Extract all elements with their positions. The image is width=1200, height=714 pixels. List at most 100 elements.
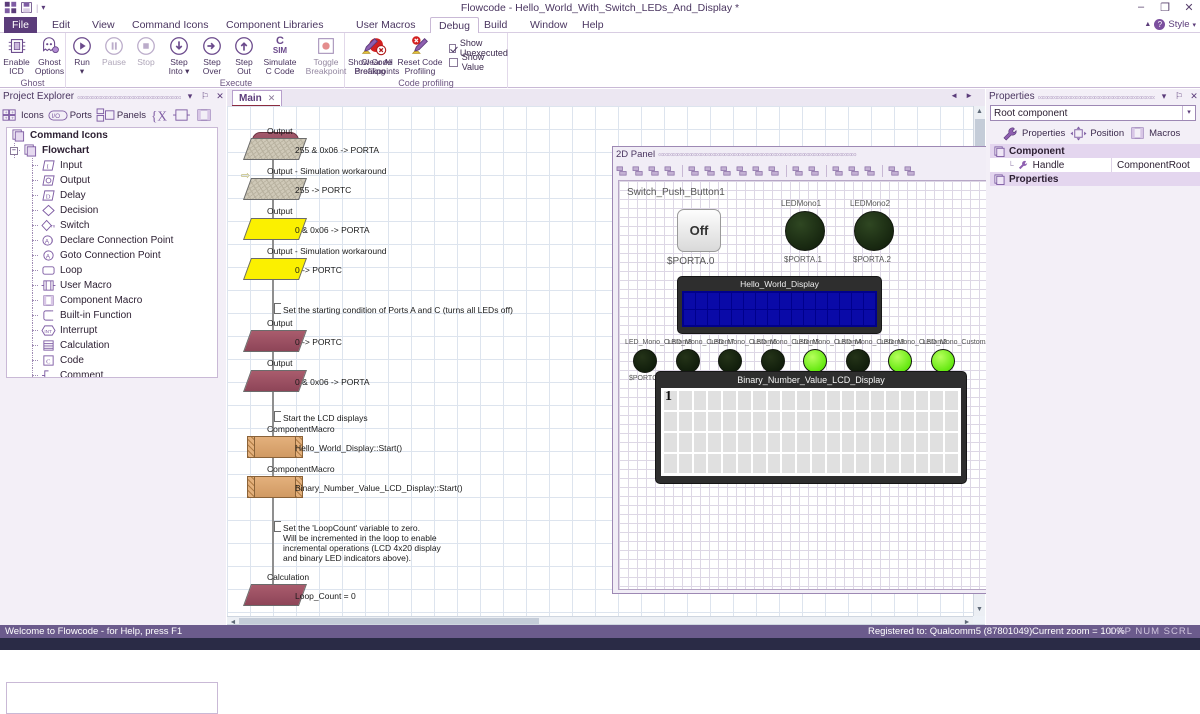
tab-prev-icon[interactable]: ◄ xyxy=(950,91,958,100)
panel-tool-align-middle-icon[interactable] xyxy=(703,164,718,178)
tab-next-icon[interactable]: ► xyxy=(965,91,973,100)
panel-tool-distribute-h-icon[interactable] xyxy=(735,164,750,178)
panel-2d-window[interactable]: 2D Panel ∞∞∞∞∞∞∞∞∞∞∞∞∞∞∞∞∞∞∞∞∞∞∞∞∞∞∞∞∞∞∞… xyxy=(612,146,999,594)
tree-item-goto-connection-point[interactable]: AGoto Connection Point xyxy=(7,248,217,263)
led-bar-portc-0[interactable] xyxy=(931,349,955,373)
toolbar-component-macros-button[interactable] xyxy=(195,108,214,123)
auto-hide-pin-icon[interactable]: ⚐ xyxy=(199,91,211,102)
panel-2d-canvas[interactable]: Switch_Push_Button1 Off $PORTA.0 LEDMono… xyxy=(618,180,995,590)
menu-item-component-libraries[interactable]: Component Libraries xyxy=(218,17,331,33)
tab-main[interactable]: Main ✕ xyxy=(232,90,282,106)
tree-item-component-macro[interactable]: Component Macro xyxy=(7,293,217,308)
toolbar-ports-button[interactable]: I/O Ports xyxy=(48,109,92,122)
properties-group-header[interactable]: Component xyxy=(990,144,1200,158)
tab-navigation[interactable]: ◄ ► xyxy=(950,91,973,100)
help-icon[interactable]: ? xyxy=(1154,19,1165,30)
menu-item-edit[interactable]: Edit xyxy=(44,17,78,33)
panel-tool-distribute-v-icon[interactable] xyxy=(751,164,766,178)
ribbon-button-show-code-profiling[interactable]: Show Code Profiling xyxy=(345,35,395,76)
collapse-ribbon-icon[interactable]: ▲ xyxy=(1144,21,1151,28)
properties-grid[interactable]: Component└HandleComponentRootProperties xyxy=(990,144,1200,186)
menu-item-build[interactable]: Build xyxy=(476,17,515,33)
panel-tool-align-top-icon[interactable] xyxy=(687,164,702,178)
tree-item-input[interactable]: IInput xyxy=(7,158,217,173)
panel-tool-align-left-icon[interactable] xyxy=(615,164,630,178)
tab-close-icon[interactable]: ✕ xyxy=(268,91,276,106)
panel-tool-send-back-icon[interactable] xyxy=(807,164,822,178)
close-button[interactable]: ✕ xyxy=(1182,1,1196,14)
properties-tab-bar[interactable]: Properties Position Macros xyxy=(990,124,1196,142)
chevron-down-icon[interactable]: ▾ xyxy=(1182,106,1195,120)
scroll-down-icon[interactable]: ▼ xyxy=(974,604,985,616)
close-icon[interactable]: ✕ xyxy=(1188,91,1200,102)
panel-tool-align-bottom-icon[interactable] xyxy=(719,164,734,178)
panel-menu-icon[interactable]: ▾ xyxy=(184,91,196,102)
panel-tool-ungroup-icon[interactable] xyxy=(847,164,862,178)
tree-item-comment[interactable]: Comment xyxy=(7,368,217,378)
ribbon-button-step-out[interactable]: Step Out xyxy=(228,35,260,76)
panel-2d-toolbar[interactable] xyxy=(615,162,996,179)
tree-expander-icon[interactable]: – xyxy=(10,147,18,155)
panel-tool-lock-icon[interactable] xyxy=(863,164,878,178)
panel-tool-bring-front-icon[interactable] xyxy=(791,164,806,178)
led-bar-portc-1[interactable] xyxy=(888,349,912,373)
tree-item-calculation[interactable]: Calculation xyxy=(7,338,217,353)
menu-item-debug[interactable]: Debug xyxy=(430,17,479,34)
switch-push-button[interactable]: Off xyxy=(677,209,721,252)
tree-item-loop[interactable]: Loop xyxy=(7,263,217,278)
properties-group-header[interactable]: Properties xyxy=(990,172,1200,186)
scroll-up-icon[interactable]: ▲ xyxy=(974,106,985,118)
led-mono2[interactable] xyxy=(854,211,894,251)
ribbon-button-enable-icd[interactable]: Enable ICD xyxy=(0,35,33,76)
command-icons-tree[interactable]: Command Icons–FlowchartIInputOutputDDela… xyxy=(6,127,218,378)
ribbon-button-step-into[interactable]: Step Into ▾ xyxy=(162,35,196,76)
properties-row[interactable]: └HandleComponentRoot xyxy=(990,158,1200,172)
tree-item-declare-connection-point[interactable]: ADeclare Connection Point xyxy=(7,233,217,248)
minimize-button[interactable]: – xyxy=(1134,1,1148,14)
hello-world-display[interactable]: Hello_World_Display xyxy=(677,276,882,334)
ribbon-button-ghost-options[interactable]: Ghost Options xyxy=(33,35,66,76)
ribbon-button-reset-code-profiling[interactable]: Reset Code Profiling xyxy=(395,35,445,76)
led-bar-portc-2[interactable] xyxy=(846,349,870,373)
checkbox-box[interactable] xyxy=(449,58,458,67)
menu-item-file[interactable]: File xyxy=(4,17,37,33)
tree-item-command-icons[interactable]: Command Icons xyxy=(7,128,217,143)
ribbon-button-step-over[interactable]: Step Over xyxy=(196,35,228,76)
panel-2d-drag-handle[interactable]: ∞∞∞∞∞∞∞∞∞∞∞∞∞∞∞∞∞∞∞∞∞∞∞∞∞∞∞∞∞∞∞∞∞∞∞∞∞∞∞∞… xyxy=(658,150,983,158)
led-mono1[interactable] xyxy=(785,211,825,251)
menu-item-view[interactable]: View xyxy=(84,17,123,33)
panel-tool-align-right-icon[interactable] xyxy=(647,164,662,178)
drag-handle[interactable]: ∞∞∞∞∞∞∞∞∞∞∞∞∞∞∞∞∞∞∞∞∞∞∞∞∞∞ xyxy=(1038,93,1155,101)
menu-item-user-macros[interactable]: User Macros xyxy=(348,17,424,33)
auto-hide-pin-icon[interactable]: ⚐ xyxy=(1173,91,1185,102)
menu-item-help[interactable]: Help xyxy=(574,17,612,33)
properties-row-value[interactable]: ComponentRoot xyxy=(1112,160,1200,171)
drag-handle[interactable]: ∞∞∞∞∞∞∞∞∞∞∞∞∞∞∞∞∞∞∞∞∞∞∞∞∞∞∞∞∞∞∞ xyxy=(77,93,181,101)
tree-item-built-in-function[interactable]: Built-in Function xyxy=(7,308,217,323)
led-bar-portc-6[interactable] xyxy=(676,349,700,373)
tab-macros[interactable]: Macros xyxy=(1129,126,1180,141)
toolbar-variables-button[interactable]: {X} xyxy=(150,108,168,124)
led-bar-portc-4[interactable] xyxy=(761,349,785,373)
checkbox-show-value[interactable]: Show Value xyxy=(449,52,507,72)
panel-menu-icon[interactable]: ▾ xyxy=(1158,91,1170,102)
led-bar-portc-5[interactable] xyxy=(718,349,742,373)
tree-item-user-macro[interactable]: User Macro xyxy=(7,278,217,293)
led-bar-portc-7[interactable] xyxy=(633,349,657,373)
binary-number-lcd-display[interactable]: Binary_Number_Value_LCD_Display 1 xyxy=(655,371,967,484)
menu-item-window[interactable]: Window xyxy=(522,17,575,33)
ribbon-button-toggle-breakpoint[interactable]: Toggle Breakpoint xyxy=(302,35,350,76)
ribbon-button-run[interactable]: Run ▾ xyxy=(66,35,98,76)
tree-item-delay[interactable]: DDelay xyxy=(7,188,217,203)
panel-tool-snap-grid-icon[interactable] xyxy=(887,164,902,178)
ribbon-button-stop[interactable]: Stop xyxy=(130,35,162,67)
toolbar-icons-button[interactable]: ++++ Icons xyxy=(2,108,44,123)
tree-item-flowchart[interactable]: –Flowchart xyxy=(7,143,217,158)
panel-tool-snap-object-icon[interactable] xyxy=(903,164,918,178)
tree-item-code[interactable]: CCode xyxy=(7,353,217,368)
tree-item-switch[interactable]: mSwitch xyxy=(7,218,217,233)
toolbar-macros-button[interactable] xyxy=(172,108,191,123)
panel-tool-align-group-icon[interactable] xyxy=(663,164,678,178)
led-bar-portc-3[interactable] xyxy=(803,349,827,373)
tab-position[interactable]: Position xyxy=(1070,126,1124,141)
